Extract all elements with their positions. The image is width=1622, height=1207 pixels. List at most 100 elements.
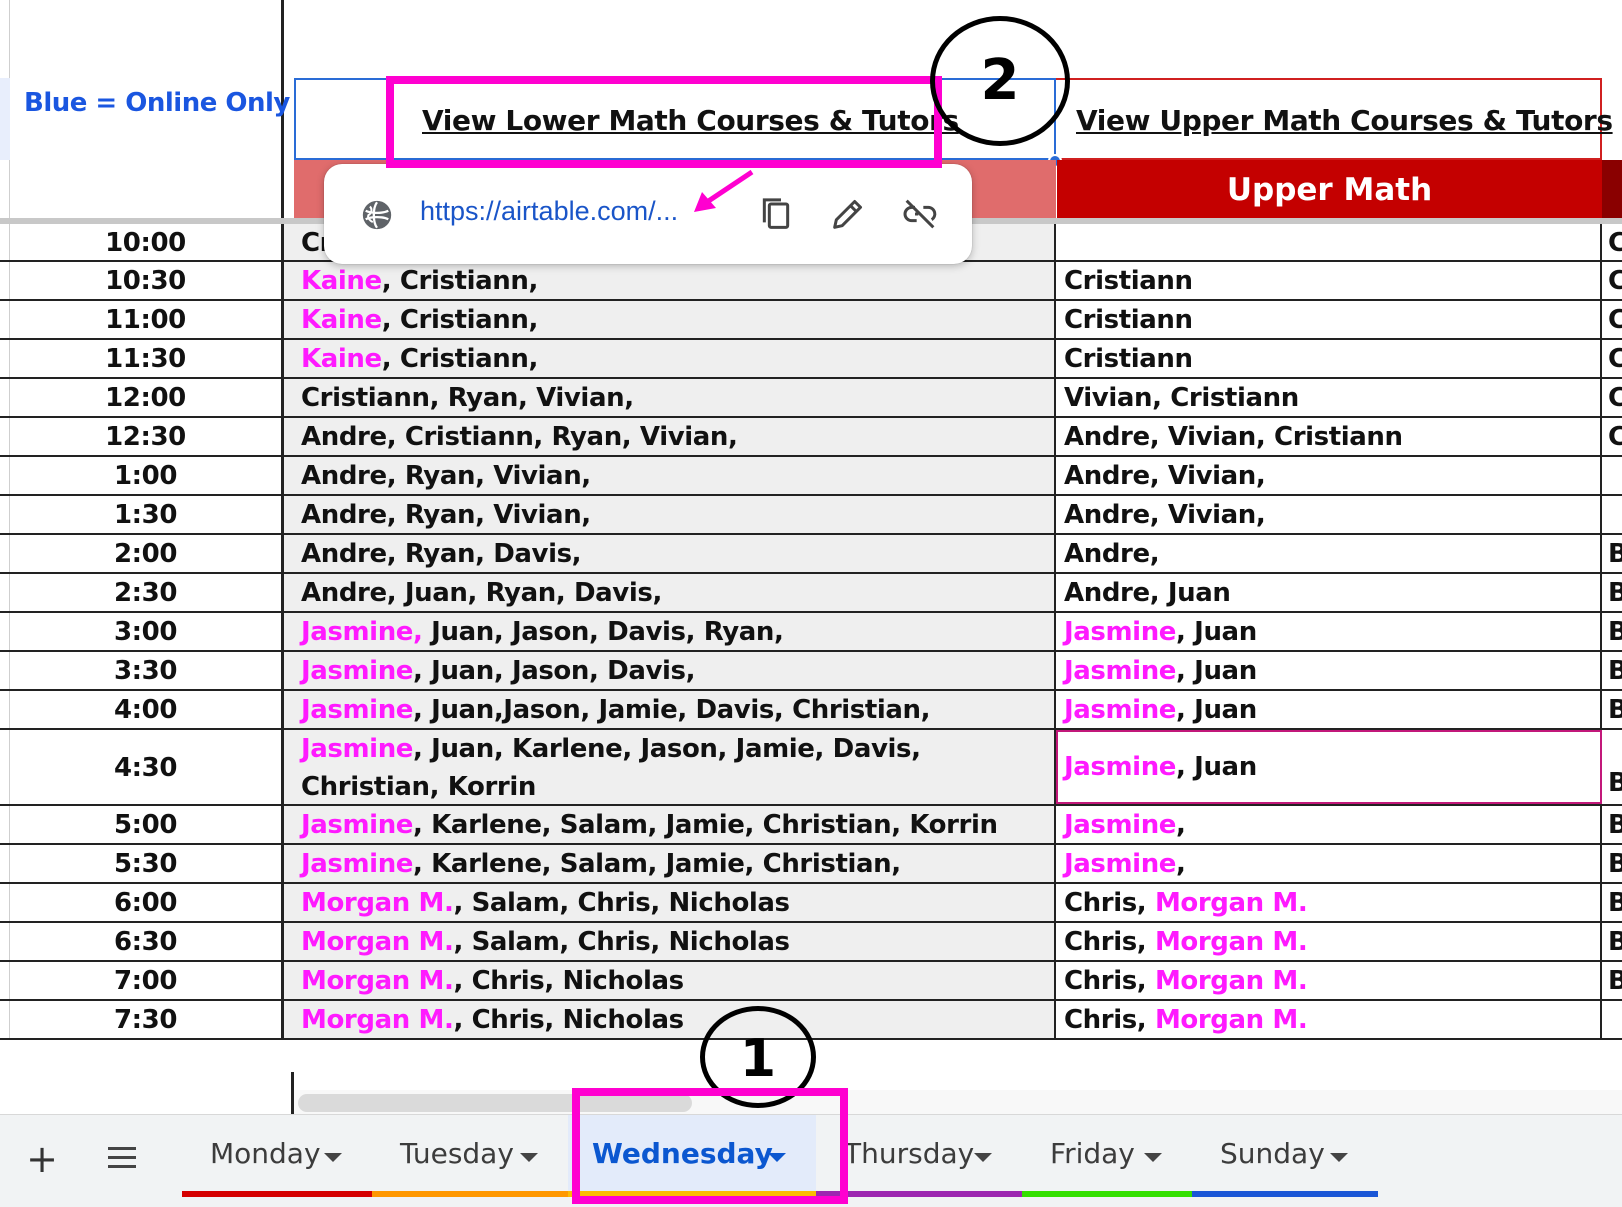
upper-math-tutors-cell[interactable]: Chris, Morgan M. — [1056, 962, 1602, 999]
lower-math-tutors-cell[interactable]: Morgan M., Chris, Nicholas — [294, 1001, 1056, 1038]
next-column-cell[interactable]: B — [1602, 884, 1622, 921]
link-url[interactable]: https://airtable.com/... — [420, 196, 678, 227]
next-column-cell[interactable]: C — [1602, 379, 1622, 416]
time-cell[interactable]: 3:00 — [10, 613, 284, 650]
time-cell[interactable]: 1:00 — [10, 457, 284, 494]
lower-math-tutors-cell[interactable]: Jasmine, Juan, Jason, Davis, Ryan, — [294, 613, 1056, 650]
upper-math-tutors-cell[interactable]: Cristiann — [1056, 301, 1602, 338]
unlink-icon[interactable] — [900, 194, 940, 234]
time-cell[interactable]: 6:30 — [10, 923, 284, 960]
time-cell[interactable]: 5:30 — [10, 845, 284, 882]
row-number-cell[interactable] — [0, 613, 10, 650]
lower-math-tutors-cell[interactable]: Morgan M., Salam, Chris, Nicholas — [294, 884, 1056, 921]
lower-math-tutors-cell[interactable]: Andre, Juan, Ryan, Davis, — [294, 574, 1056, 611]
next-column-cell[interactable]: B — [1602, 923, 1622, 960]
row-number-cell[interactable] — [0, 496, 10, 533]
lower-math-tutors-cell[interactable]: Morgan M., Salam, Chris, Nicholas — [294, 923, 1056, 960]
next-column-cell[interactable]: B — [1602, 574, 1622, 611]
tab-friday[interactable]: Friday — [1022, 1115, 1192, 1197]
lower-math-tutors-cell[interactable]: Jasmine, Juan,Jason, Jamie, Davis, Chris… — [294, 691, 1056, 728]
lower-math-tutors-cell[interactable]: Jasmine, Juan, Jason, Davis, — [294, 652, 1056, 689]
time-cell[interactable]: 7:30 — [10, 1001, 284, 1038]
next-column-cell[interactable] — [1602, 1001, 1622, 1038]
hamburger-menu-icon[interactable] — [104, 1143, 140, 1173]
time-cell[interactable]: 6:00 — [10, 884, 284, 921]
time-cell[interactable]: 5:00 — [10, 806, 284, 843]
lower-math-tutors-cell[interactable]: Morgan M., Chris, Nicholas — [294, 962, 1056, 999]
upper-math-tutors-cell[interactable]: Cristiann — [1056, 340, 1602, 377]
row-number-cell[interactable] — [0, 1001, 10, 1038]
lower-math-tutors-cell[interactable]: Kaine, Cristiann, — [294, 262, 1056, 299]
row-number-cell[interactable] — [0, 301, 10, 338]
lower-math-tutors-cell[interactable]: Andre, Ryan, Vivian, — [294, 457, 1056, 494]
row-number-cell[interactable] — [0, 845, 10, 882]
upper-math-link[interactable]: View Upper Math Courses & Tutors — [1076, 104, 1613, 137]
lower-math-tutors-cell[interactable]: Jasmine, Karlene, Salam, Jamie, Christia… — [294, 806, 1056, 843]
row-number-cell[interactable] — [0, 923, 10, 960]
time-cell[interactable]: 10:30 — [10, 262, 284, 299]
upper-math-tutors-cell[interactable] — [1056, 224, 1602, 260]
time-cell[interactable]: 3:30 — [10, 652, 284, 689]
time-cell[interactable]: 2:00 — [10, 535, 284, 572]
next-column-cell[interactable]: B — [1602, 691, 1622, 728]
time-cell[interactable]: 12:00 — [10, 379, 284, 416]
next-column-cell[interactable]: B — [1602, 806, 1622, 843]
next-column-cell[interactable]: C — [1602, 418, 1622, 455]
upper-math-tutors-cell[interactable]: Andre, Juan — [1056, 574, 1602, 611]
next-column-cell[interactable]: B — [1602, 730, 1622, 804]
row-number-cell[interactable] — [0, 457, 10, 494]
row-number-cell[interactable] — [0, 535, 10, 572]
time-cell[interactable]: 4:30 — [10, 730, 284, 804]
next-column-cell[interactable] — [1602, 457, 1622, 494]
lower-math-tutors-cell[interactable]: Andre, Ryan, Vivian, — [294, 496, 1056, 533]
upper-math-tutors-cell[interactable]: Jasmine, Juan — [1056, 613, 1602, 650]
lower-math-tutors-cell[interactable]: Jasmine, Juan, Karlene, Jason, Jamie, Da… — [294, 730, 1056, 804]
lower-math-tutors-cell[interactable]: Andre, Cristiann, Ryan, Vivian, — [294, 418, 1056, 455]
pencil-icon[interactable] — [828, 194, 868, 234]
time-cell[interactable]: 11:30 — [10, 340, 284, 377]
next-column-cell[interactable]: B — [1602, 613, 1622, 650]
next-column-cell[interactable]: C — [1602, 262, 1622, 299]
upper-math-tutors-cell[interactable]: Andre, Vivian, — [1056, 496, 1602, 533]
time-cell[interactable]: 10:00 — [10, 224, 284, 260]
upper-math-tutors-cell[interactable]: Cristiann — [1056, 262, 1602, 299]
next-column-cell[interactable]: B — [1602, 535, 1622, 572]
tab-sunday[interactable]: Sunday — [1192, 1115, 1378, 1197]
lower-math-tutors-cell[interactable]: Andre, Ryan, Davis, — [294, 535, 1056, 572]
upper-math-tutors-cell[interactable]: Jasmine, — [1056, 845, 1602, 882]
row-number-cell[interactable] — [0, 418, 10, 455]
row-number-cell[interactable] — [0, 574, 10, 611]
time-cell[interactable]: 1:30 — [10, 496, 284, 533]
upper-math-tutors-cell[interactable]: Vivian, Cristiann — [1056, 379, 1602, 416]
upper-math-tutors-cell[interactable]: Chris, Morgan M. — [1056, 923, 1602, 960]
time-cell[interactable]: 11:00 — [10, 301, 284, 338]
row-number-cell[interactable] — [0, 806, 10, 843]
plus-icon[interactable]: + — [22, 1139, 62, 1179]
row-number-cell[interactable] — [0, 884, 10, 921]
upper-math-tutors-cell[interactable]: Andre, Vivian, — [1056, 457, 1602, 494]
lower-math-tutors-cell[interactable]: Cristiann, Ryan, Vivian, — [294, 379, 1056, 416]
time-cell[interactable]: 7:00 — [10, 962, 284, 999]
legend-cell[interactable]: Blue = Online Only — [10, 0, 290, 222]
upper-math-tutors-cell[interactable]: Andre, — [1056, 535, 1602, 572]
lower-math-tutors-cell[interactable]: Kaine, Cristiann, — [294, 340, 1056, 377]
chevron-down-icon[interactable] — [1330, 1153, 1348, 1162]
row-number-cell[interactable] — [0, 224, 10, 260]
upper-math-tutors-cell[interactable]: Jasmine, Juan — [1056, 652, 1602, 689]
time-cell[interactable]: 12:30 — [10, 418, 284, 455]
chevron-down-icon[interactable] — [974, 1153, 992, 1162]
copy-icon[interactable] — [756, 194, 796, 234]
next-column-cell[interactable] — [1602, 496, 1622, 533]
upper-math-tutors-cell[interactable]: Jasmine, — [1056, 806, 1602, 843]
next-column-cell[interactable]: C — [1602, 224, 1622, 260]
chevron-down-icon[interactable] — [324, 1153, 342, 1162]
upper-math-tutors-cell[interactable]: Jasmine, Juan — [1056, 730, 1602, 804]
upper-math-tutors-cell[interactable]: Jasmine, Juan — [1056, 691, 1602, 728]
lower-math-tutors-cell[interactable]: Jasmine, Karlene, Salam, Jamie, Christia… — [294, 845, 1056, 882]
row-number-cell[interactable] — [0, 730, 10, 804]
row-number-cell[interactable] — [0, 652, 10, 689]
next-column-cell[interactable]: B — [1602, 845, 1622, 882]
lower-math-tutors-cell[interactable]: Kaine, Cristiann, — [294, 301, 1056, 338]
next-column-cell[interactable]: C — [1602, 340, 1622, 377]
tab-tuesday[interactable]: Tuesday — [372, 1115, 568, 1197]
